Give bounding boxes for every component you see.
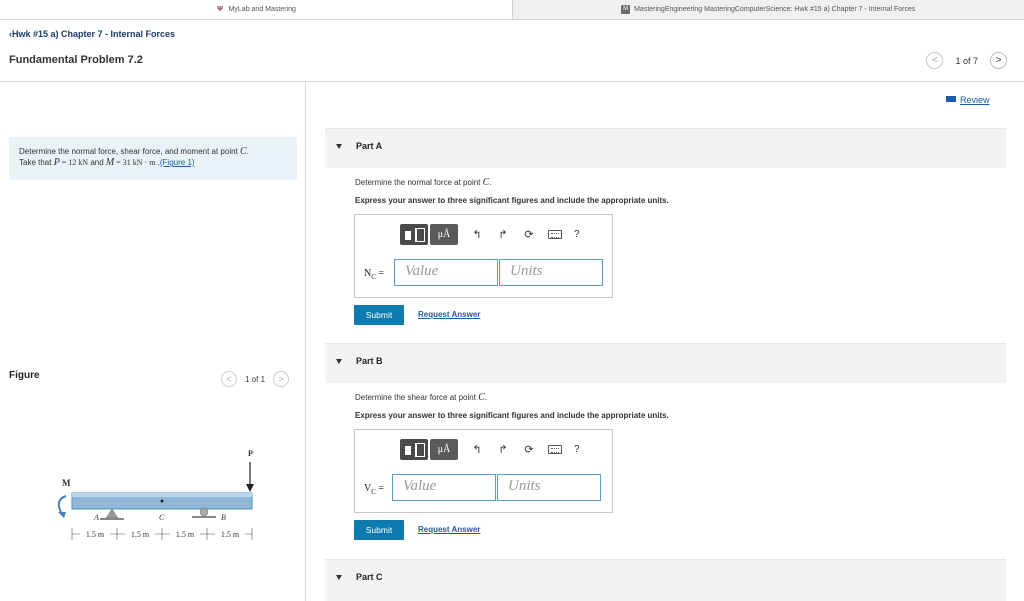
support-b-base	[192, 516, 216, 518]
m-value: = 31 kN · m	[114, 158, 156, 167]
part-a-variable: NC =	[364, 268, 384, 281]
figure-label-p: P	[248, 450, 253, 458]
help-icon[interactable]: ?	[574, 444, 580, 455]
and-text: and	[88, 158, 106, 167]
part-b-label: Part B	[356, 356, 383, 366]
figure-label-c: C	[159, 513, 165, 522]
review-link[interactable]: Review	[946, 95, 990, 105]
var-equals: =	[375, 268, 385, 279]
units-symbols-button[interactable]: μÅ	[430, 224, 458, 245]
templates-button[interactable]	[400, 439, 428, 460]
problem-panel: Determine the normal force, shear force,…	[0, 82, 306, 601]
part-a-answer-box: μÅ ↰ ↱ ⟳ ? NC = Value Units	[354, 214, 613, 298]
moment-arrow	[57, 495, 67, 515]
figure-label-b: B	[221, 513, 226, 522]
help-icon[interactable]: ?	[574, 229, 580, 240]
point-symbol: C	[240, 146, 247, 157]
keyboard-icon[interactable]	[548, 445, 562, 454]
figure-pager-text: 1 of 1	[245, 374, 266, 384]
review-label[interactable]: Review	[960, 95, 990, 105]
tab-mylab-label: MyLab and Mastering	[228, 6, 296, 13]
browser-tab-bar: Ψ MyLab and Mastering M MasteringEnginee…	[0, 0, 1024, 20]
back-link[interactable]: ‹Hwk #15 a) Chapter 7 - Internal Forces	[9, 29, 175, 39]
math-toolbar: μÅ ↰ ↱ ⟳ ?	[400, 224, 580, 245]
part-b-header[interactable]: Part B	[325, 343, 1006, 383]
prev-problem-button[interactable]: <	[926, 52, 944, 69]
back-link-label[interactable]: Hwk #15 a) Chapter 7 - Internal Forces	[12, 29, 175, 39]
undo-icon[interactable]: ↰	[470, 228, 484, 242]
submit-button[interactable]: Submit	[354, 305, 404, 325]
next-problem-button[interactable]: >	[990, 52, 1007, 69]
beam-figure: P M A C B 1.5 m 1.5 m 1.5 m 1.5 m	[57, 450, 254, 540]
undo-icon[interactable]: ↰	[470, 443, 484, 457]
keyboard-icon[interactable]	[548, 230, 562, 239]
reset-icon[interactable]: ⟳	[522, 443, 536, 457]
request-answer-link[interactable]: Request Answer	[418, 310, 480, 319]
part-b-question-text: Determine the shear force at point	[355, 393, 479, 402]
value-input[interactable]: Value	[394, 259, 498, 286]
prev-figure-button[interactable]: <	[221, 371, 237, 387]
mastering-logo-icon: M	[621, 5, 631, 14]
figure-pager: < 1 of 1 >	[221, 371, 290, 387]
figure-label-m: M	[62, 478, 71, 488]
dim-label-2: 1.5 m	[176, 530, 195, 539]
part-a-instruction: Express your answer to three significant…	[355, 196, 669, 205]
dim-label-3: 1.5 m	[221, 530, 240, 539]
part-c-header[interactable]: Part C	[325, 559, 1006, 601]
take-that-text: Take that	[19, 158, 54, 167]
tab-mylab[interactable]: Ψ MyLab and Mastering	[0, 0, 513, 19]
page-title: Fundamental Problem 7.2	[9, 54, 143, 66]
load-arrow-head	[246, 484, 254, 492]
point-c-marker	[160, 499, 164, 503]
figure-link[interactable]: (Figure 1)	[160, 158, 195, 167]
var-equals: =	[375, 483, 385, 494]
request-answer-link[interactable]: Request Answer	[418, 525, 480, 534]
part-a-header[interactable]: Part A	[325, 128, 1006, 168]
collapse-caret-icon[interactable]	[336, 144, 342, 149]
part-b-point: C	[478, 392, 485, 403]
p-value: = 12 kN	[59, 158, 89, 167]
units-input[interactable]: Units	[497, 474, 601, 501]
problem-text-end: .	[246, 147, 249, 156]
units-symbols-button[interactable]: μÅ	[430, 439, 458, 460]
asu-logo-icon: Ψ	[217, 6, 223, 13]
next-figure-button[interactable]: >	[273, 371, 290, 387]
value-input[interactable]: Value	[392, 474, 496, 501]
part-b-variable: VC =	[364, 483, 384, 496]
units-input[interactable]: Units	[499, 259, 603, 286]
part-b-answer-box: μÅ ↰ ↱ ⟳ ? VC = Value Units	[354, 429, 613, 513]
part-c-label: Part C	[356, 572, 383, 582]
math-toolbar: μÅ ↰ ↱ ⟳ ?	[400, 439, 580, 460]
part-b-question: Determine the shear force at point C.	[355, 392, 488, 403]
part-a-label: Part A	[356, 141, 383, 151]
part-a-question-text: Determine the normal force at point	[355, 178, 483, 187]
redo-icon[interactable]: ↱	[496, 228, 510, 242]
part-a-question: Determine the normal force at point C.	[355, 177, 492, 188]
review-icon	[946, 96, 956, 102]
tab-mastering-label: MasteringEngineering MasteringComputerSc…	[634, 6, 916, 13]
tab-mastering[interactable]: M MasteringEngineering MasteringComputer…	[512, 0, 1024, 19]
submit-button[interactable]: Submit	[354, 520, 404, 540]
support-b-roller	[199, 507, 209, 517]
problem-pager: < 1 of 7 >	[926, 52, 1007, 69]
redo-icon[interactable]: ↱	[496, 443, 510, 457]
part-b-instruction: Express your answer to three significant…	[355, 411, 669, 420]
problem-statement: Determine the normal force, shear force,…	[9, 137, 297, 180]
reset-icon[interactable]: ⟳	[522, 228, 536, 242]
templates-button[interactable]	[400, 224, 428, 245]
moment-arrow-head	[58, 512, 66, 518]
figure-heading: Figure	[9, 370, 40, 381]
problem-text: Determine the normal force, shear force,…	[19, 147, 240, 156]
support-a-base	[100, 518, 124, 520]
dim-label-0: 1.5 m	[86, 530, 105, 539]
m-symbol: M	[105, 157, 115, 168]
dim-label-1: 1.5 m	[131, 530, 150, 539]
support-a	[105, 508, 119, 519]
beam-highlight	[72, 493, 252, 497]
collapse-caret-icon[interactable]	[336, 359, 342, 364]
figure-label-a: A	[93, 513, 99, 522]
problem-pager-text: 1 of 7	[955, 55, 978, 66]
collapse-caret-icon[interactable]	[336, 575, 342, 580]
part-a-point: C	[482, 177, 490, 188]
